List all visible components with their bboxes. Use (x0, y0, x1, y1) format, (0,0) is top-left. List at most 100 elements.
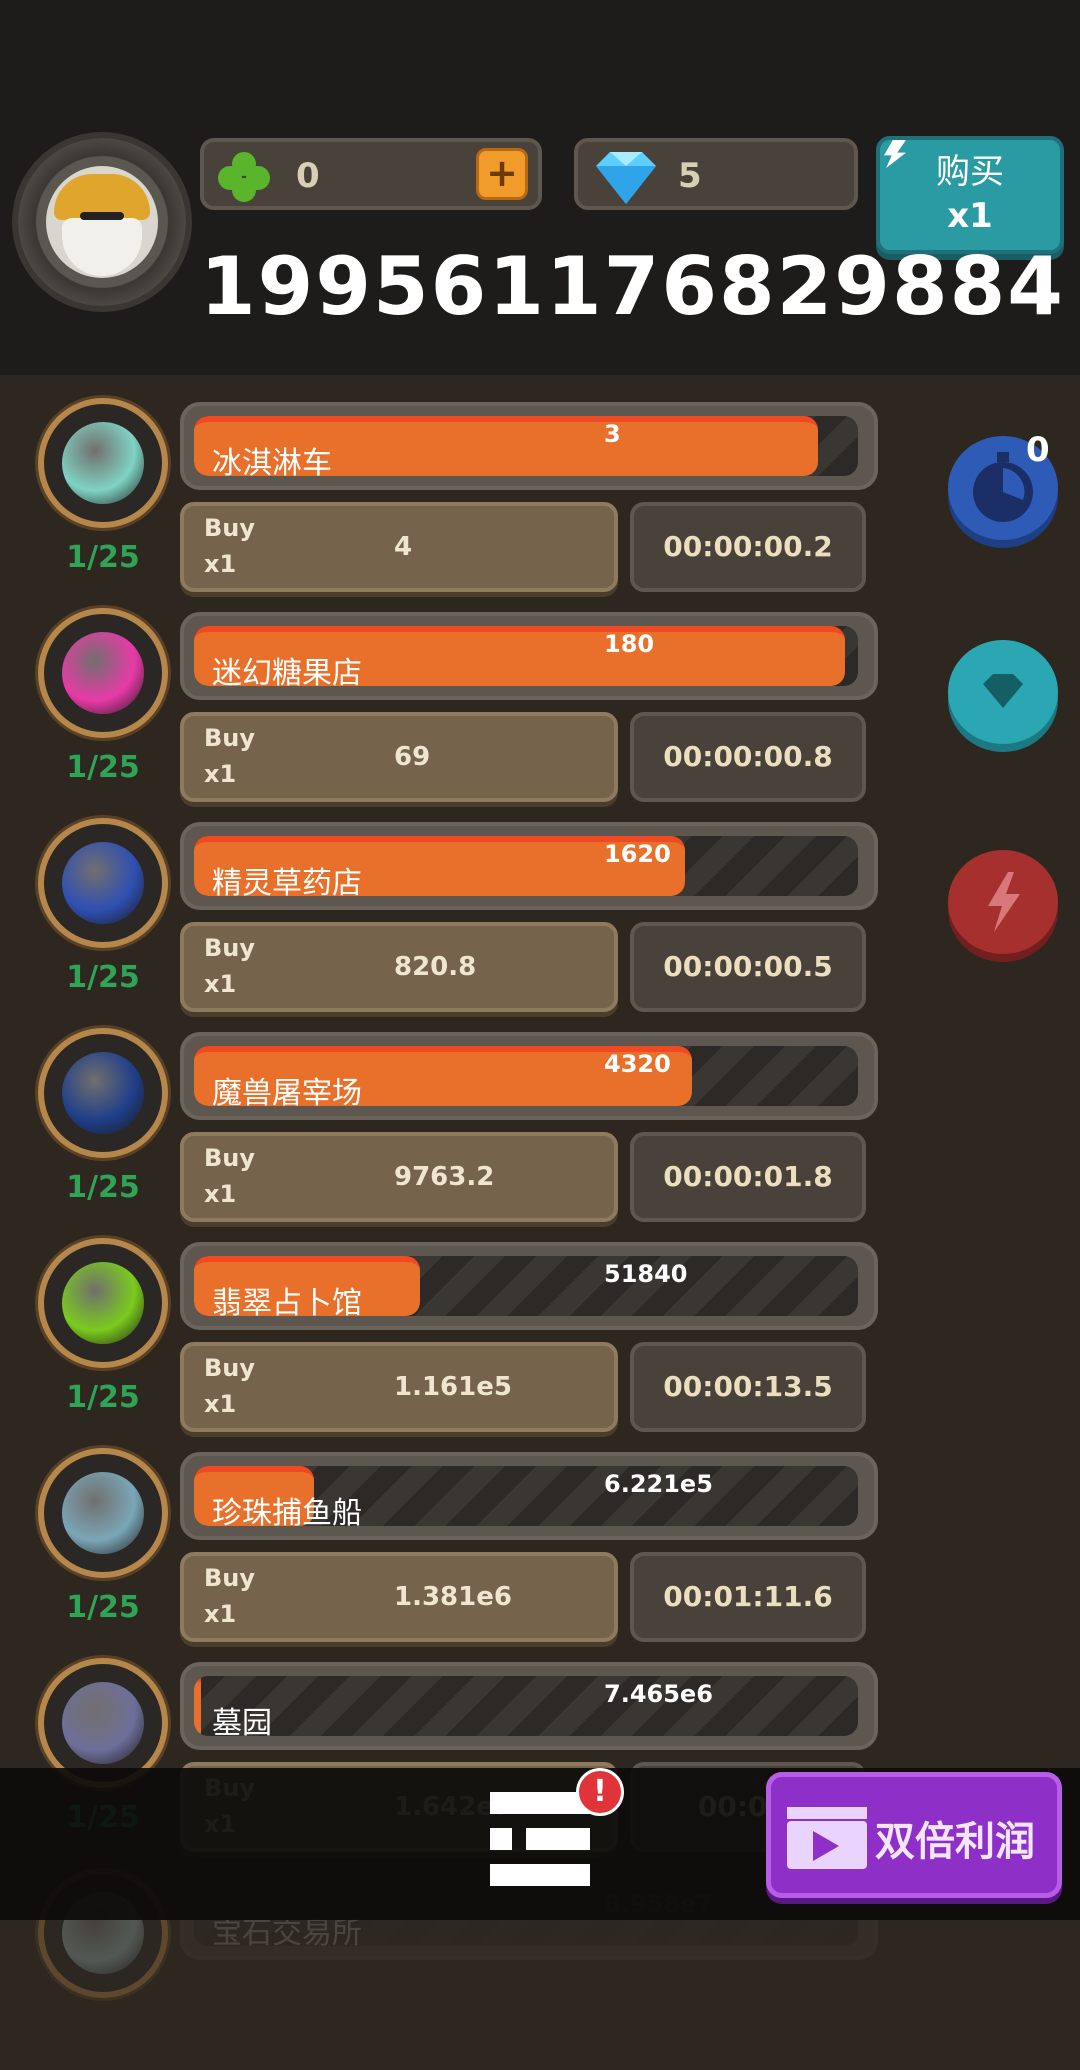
gem-counter: 5 (574, 138, 858, 210)
gem-shop-button[interactable] (948, 640, 1058, 744)
lightning-icon (988, 872, 1020, 932)
progress-track: 翡翠占卜馆 51840 (194, 1256, 858, 1316)
business-name: 冰淇淋车 (212, 446, 332, 476)
gem-count: 5 (678, 156, 702, 196)
progress-track: 珍珠捕鱼船 6.221e5 (194, 1466, 858, 1526)
candy-icon (62, 632, 144, 714)
buy-multiplier-value: x1 (947, 196, 993, 236)
business-row: 1/25 迷幻糖果店 180 Buy x1 69 00:00:00.8 (0, 600, 880, 810)
business-icon[interactable] (38, 608, 168, 738)
business-revenue: 7.465e6 (604, 1680, 713, 1708)
business-row: 1/25 冰淇淋车 3 Buy x1 4 00:00:00.2 (0, 390, 880, 600)
menu-icon (490, 1792, 590, 1886)
business-row: 1/25 精灵草药店 1620 Buy x1 820.8 00:00:00.5 (0, 810, 880, 1020)
top-bar: 0 + 5 购买 x1 199561176829884 (0, 0, 1080, 375)
clover-counter: 0 + (200, 138, 542, 210)
buy-label: Buy (204, 514, 256, 542)
business-level: 1/25 (66, 1170, 140, 1205)
buy-cost: 9763.2 (394, 1162, 495, 1192)
business-level: 1/25 (66, 540, 140, 575)
boost-button[interactable] (948, 850, 1058, 954)
progress-track: 冰淇淋车 3 (194, 416, 858, 476)
business-timer: 00:01:11.6 (630, 1552, 866, 1642)
buy-business-button[interactable]: Buy x1 9763.2 (180, 1132, 618, 1222)
buy-cost: 69 (394, 742, 431, 772)
buy-cost: 4 (394, 532, 413, 562)
business-progress[interactable]: 精灵草药店 1620 (180, 822, 878, 910)
buy-business-button[interactable]: Buy x1 1.161e5 (180, 1342, 618, 1432)
business-progress[interactable]: 迷幻糖果店 180 (180, 612, 878, 700)
progress-track: 魔兽屠宰场 4320 (194, 1046, 858, 1106)
double-profit-label: 双倍利润 (875, 1819, 1035, 1865)
double-profit-button[interactable]: 双倍利润 (766, 1772, 1062, 1898)
buy-multiplier: x1 (204, 760, 237, 788)
buy-business-button[interactable]: Buy x1 820.8 (180, 922, 618, 1012)
business-level: 1/25 (66, 750, 140, 785)
business-revenue: 4320 (604, 1050, 671, 1078)
money-total: 199561176829884 (200, 240, 1065, 333)
buy-cost: 1.161e5 (394, 1372, 512, 1402)
avatar[interactable] (18, 138, 186, 306)
business-name: 翡翠占卜馆 (212, 1286, 362, 1316)
business-revenue: 1620 (604, 840, 671, 868)
business-timer: 00:00:01.8 (630, 1132, 866, 1222)
fish-icon (62, 1472, 144, 1554)
business-progress[interactable]: 冰淇淋车 3 (180, 402, 878, 490)
business-name: 墓园 (212, 1706, 272, 1736)
business-revenue: 6.221e5 (604, 1470, 713, 1498)
business-icon[interactable] (38, 1448, 168, 1578)
business-icon[interactable] (38, 1028, 168, 1158)
diamond-icon (596, 152, 656, 204)
herb-berries-icon (62, 842, 144, 924)
buy-label: Buy (204, 1564, 256, 1592)
buy-multiplier: x1 (204, 1600, 237, 1628)
buy-multiplier: x1 (204, 1180, 237, 1208)
skull-icon (62, 1682, 144, 1764)
clover-icon (218, 152, 270, 204)
business-level: 1/25 (66, 1380, 140, 1415)
menu-button[interactable] (488, 1788, 592, 1892)
business-name: 珍珠捕鱼船 (212, 1496, 362, 1526)
business-icon[interactable] (38, 1238, 168, 1368)
business-timer: 00:00:00.2 (630, 502, 866, 592)
buy-business-button[interactable]: Buy x1 69 (180, 712, 618, 802)
buy-multiplier: x1 (204, 1390, 237, 1418)
business-row: 1/25 魔兽屠宰场 4320 Buy x1 9763.2 00:00:01.8 (0, 1020, 880, 1230)
business-progress[interactable]: 魔兽屠宰场 4320 (180, 1032, 878, 1120)
business-row: 1/25 翡翠占卜馆 51840 Buy x1 1.161e5 00:00:13… (0, 1230, 880, 1440)
progress-track: 迷幻糖果店 180 (194, 626, 858, 686)
progress-track: 精灵草药店 1620 (194, 836, 858, 896)
business-icon[interactable] (38, 818, 168, 948)
buy-multiplier-button[interactable]: 购买 x1 (876, 136, 1064, 254)
buy-label: Buy (204, 1354, 256, 1382)
dwarf-king-avatar-icon (46, 166, 158, 278)
emerald-orb-icon (62, 1262, 144, 1344)
gem-icon (983, 674, 1023, 708)
business-name: 魔兽屠宰场 (212, 1076, 362, 1106)
buy-multiplier: x1 (204, 970, 237, 998)
clover-count: 0 (296, 156, 320, 196)
business-row: 1/25 珍珠捕鱼船 6.221e5 Buy x1 1.381e6 00:01:… (0, 1440, 880, 1650)
alert-badge: ! (576, 1768, 624, 1816)
business-icon[interactable] (38, 398, 168, 528)
business-timer: 00:00:00.8 (630, 712, 866, 802)
business-progress[interactable]: 墓园 7.465e6 (180, 1662, 878, 1750)
add-clover-button[interactable]: + (476, 148, 528, 200)
buy-business-button[interactable]: Buy x1 1.381e6 (180, 1552, 618, 1642)
buy-multiplier: x1 (204, 550, 237, 578)
business-progress[interactable]: 翡翠占卜馆 51840 (180, 1242, 878, 1330)
business-revenue: 51840 (604, 1260, 688, 1288)
progress-fill (194, 1676, 201, 1736)
business-progress[interactable]: 珍珠捕鱼船 6.221e5 (180, 1452, 878, 1540)
buy-label: Buy (204, 724, 256, 752)
buy-business-button[interactable]: Buy x1 4 (180, 502, 618, 592)
beast-meat-icon (62, 1052, 144, 1134)
buy-label: Buy (204, 1144, 256, 1172)
buy-cost: 820.8 (394, 952, 477, 982)
clapperboard-icon (787, 1807, 867, 1869)
business-name: 迷幻糖果店 (212, 656, 362, 686)
business-revenue: 3 (604, 420, 621, 448)
business-level: 1/25 (66, 1590, 140, 1625)
stopwatch-count: 0 (1026, 430, 1050, 470)
buy-multiplier-label: 购买 (936, 152, 1004, 192)
